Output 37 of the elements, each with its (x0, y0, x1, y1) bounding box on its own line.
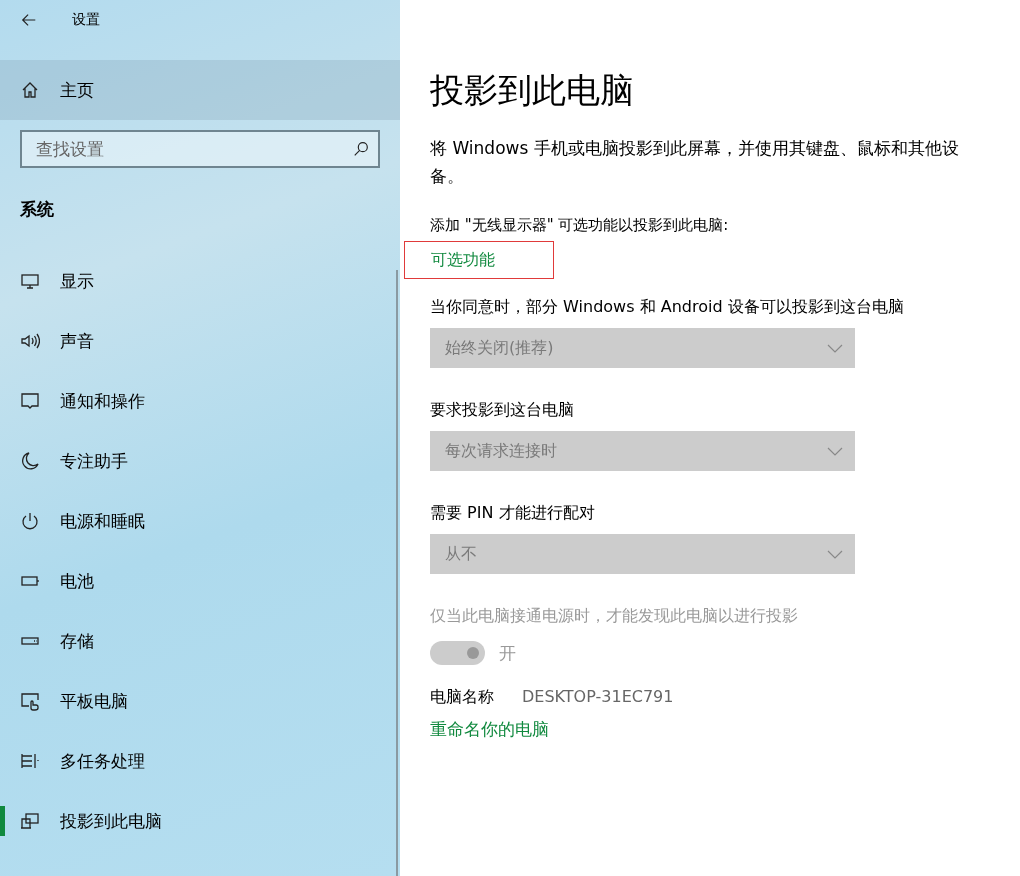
moon-icon (20, 451, 40, 471)
sidebar-item[interactable]: 多任务处理 (0, 731, 394, 791)
tablet-icon (20, 691, 40, 711)
sidebar-item[interactable]: 显示 (0, 251, 394, 311)
setting-label: 当你同意时，部分 Windows 和 Android 设备可以投影到这台电脑 (430, 297, 905, 318)
add-feature-text: 添加 "无线显示器" 可选功能以投影到此电脑: (430, 216, 730, 235)
scrollbar[interactable] (396, 270, 398, 876)
pc-name-label: 电脑名称 (430, 687, 494, 708)
section-heading: 系统 (19, 198, 55, 221)
sidebar-item[interactable]: 电池 (0, 551, 394, 611)
page-title: 投影到此电脑 (430, 69, 635, 112)
back-icon[interactable] (20, 11, 38, 29)
sidebar-item[interactable]: 电源和睡眠 (0, 491, 394, 551)
power-icon (20, 511, 40, 531)
multitask-icon (20, 751, 40, 771)
sidebar-item[interactable]: 专注助手 (0, 431, 394, 491)
sidebar-item[interactable]: 通知和操作 (0, 371, 394, 431)
monitor-icon (20, 271, 40, 291)
optional-features-link[interactable]: 可选功能 (404, 241, 554, 279)
setting-label: 需要 PIN 才能进行配对 (430, 503, 596, 524)
rename-link[interactable]: 重命名你的电脑 (430, 718, 549, 741)
home-icon (20, 80, 40, 100)
description: 将 Windows 手机或电脑投影到此屏幕，并使用其键盘、鼠标和其他设备。 (430, 137, 960, 188)
sidebar-item[interactable]: 声音 (0, 311, 394, 371)
window-title: 设置 (72, 11, 100, 29)
speaker-icon (20, 331, 40, 351)
sidebar-item[interactable]: 存储 (0, 611, 394, 671)
toggle-state: 开 (499, 641, 516, 665)
sidebar-item[interactable]: 平板电脑 (0, 671, 394, 731)
setting-label: 仅当此电脑接通电源时，才能发现此电脑以进行投影 (430, 606, 799, 627)
pc-name-value: DESKTOP-31EC791 (522, 687, 674, 708)
home-item[interactable]: 主页 (0, 60, 400, 120)
search-field[interactable]: 查找设置 (20, 130, 380, 168)
speech-bubble-icon (20, 391, 40, 411)
search-icon (352, 140, 370, 158)
projector-icon (20, 811, 40, 831)
setting-label: 要求投影到这台电脑 (430, 400, 575, 421)
